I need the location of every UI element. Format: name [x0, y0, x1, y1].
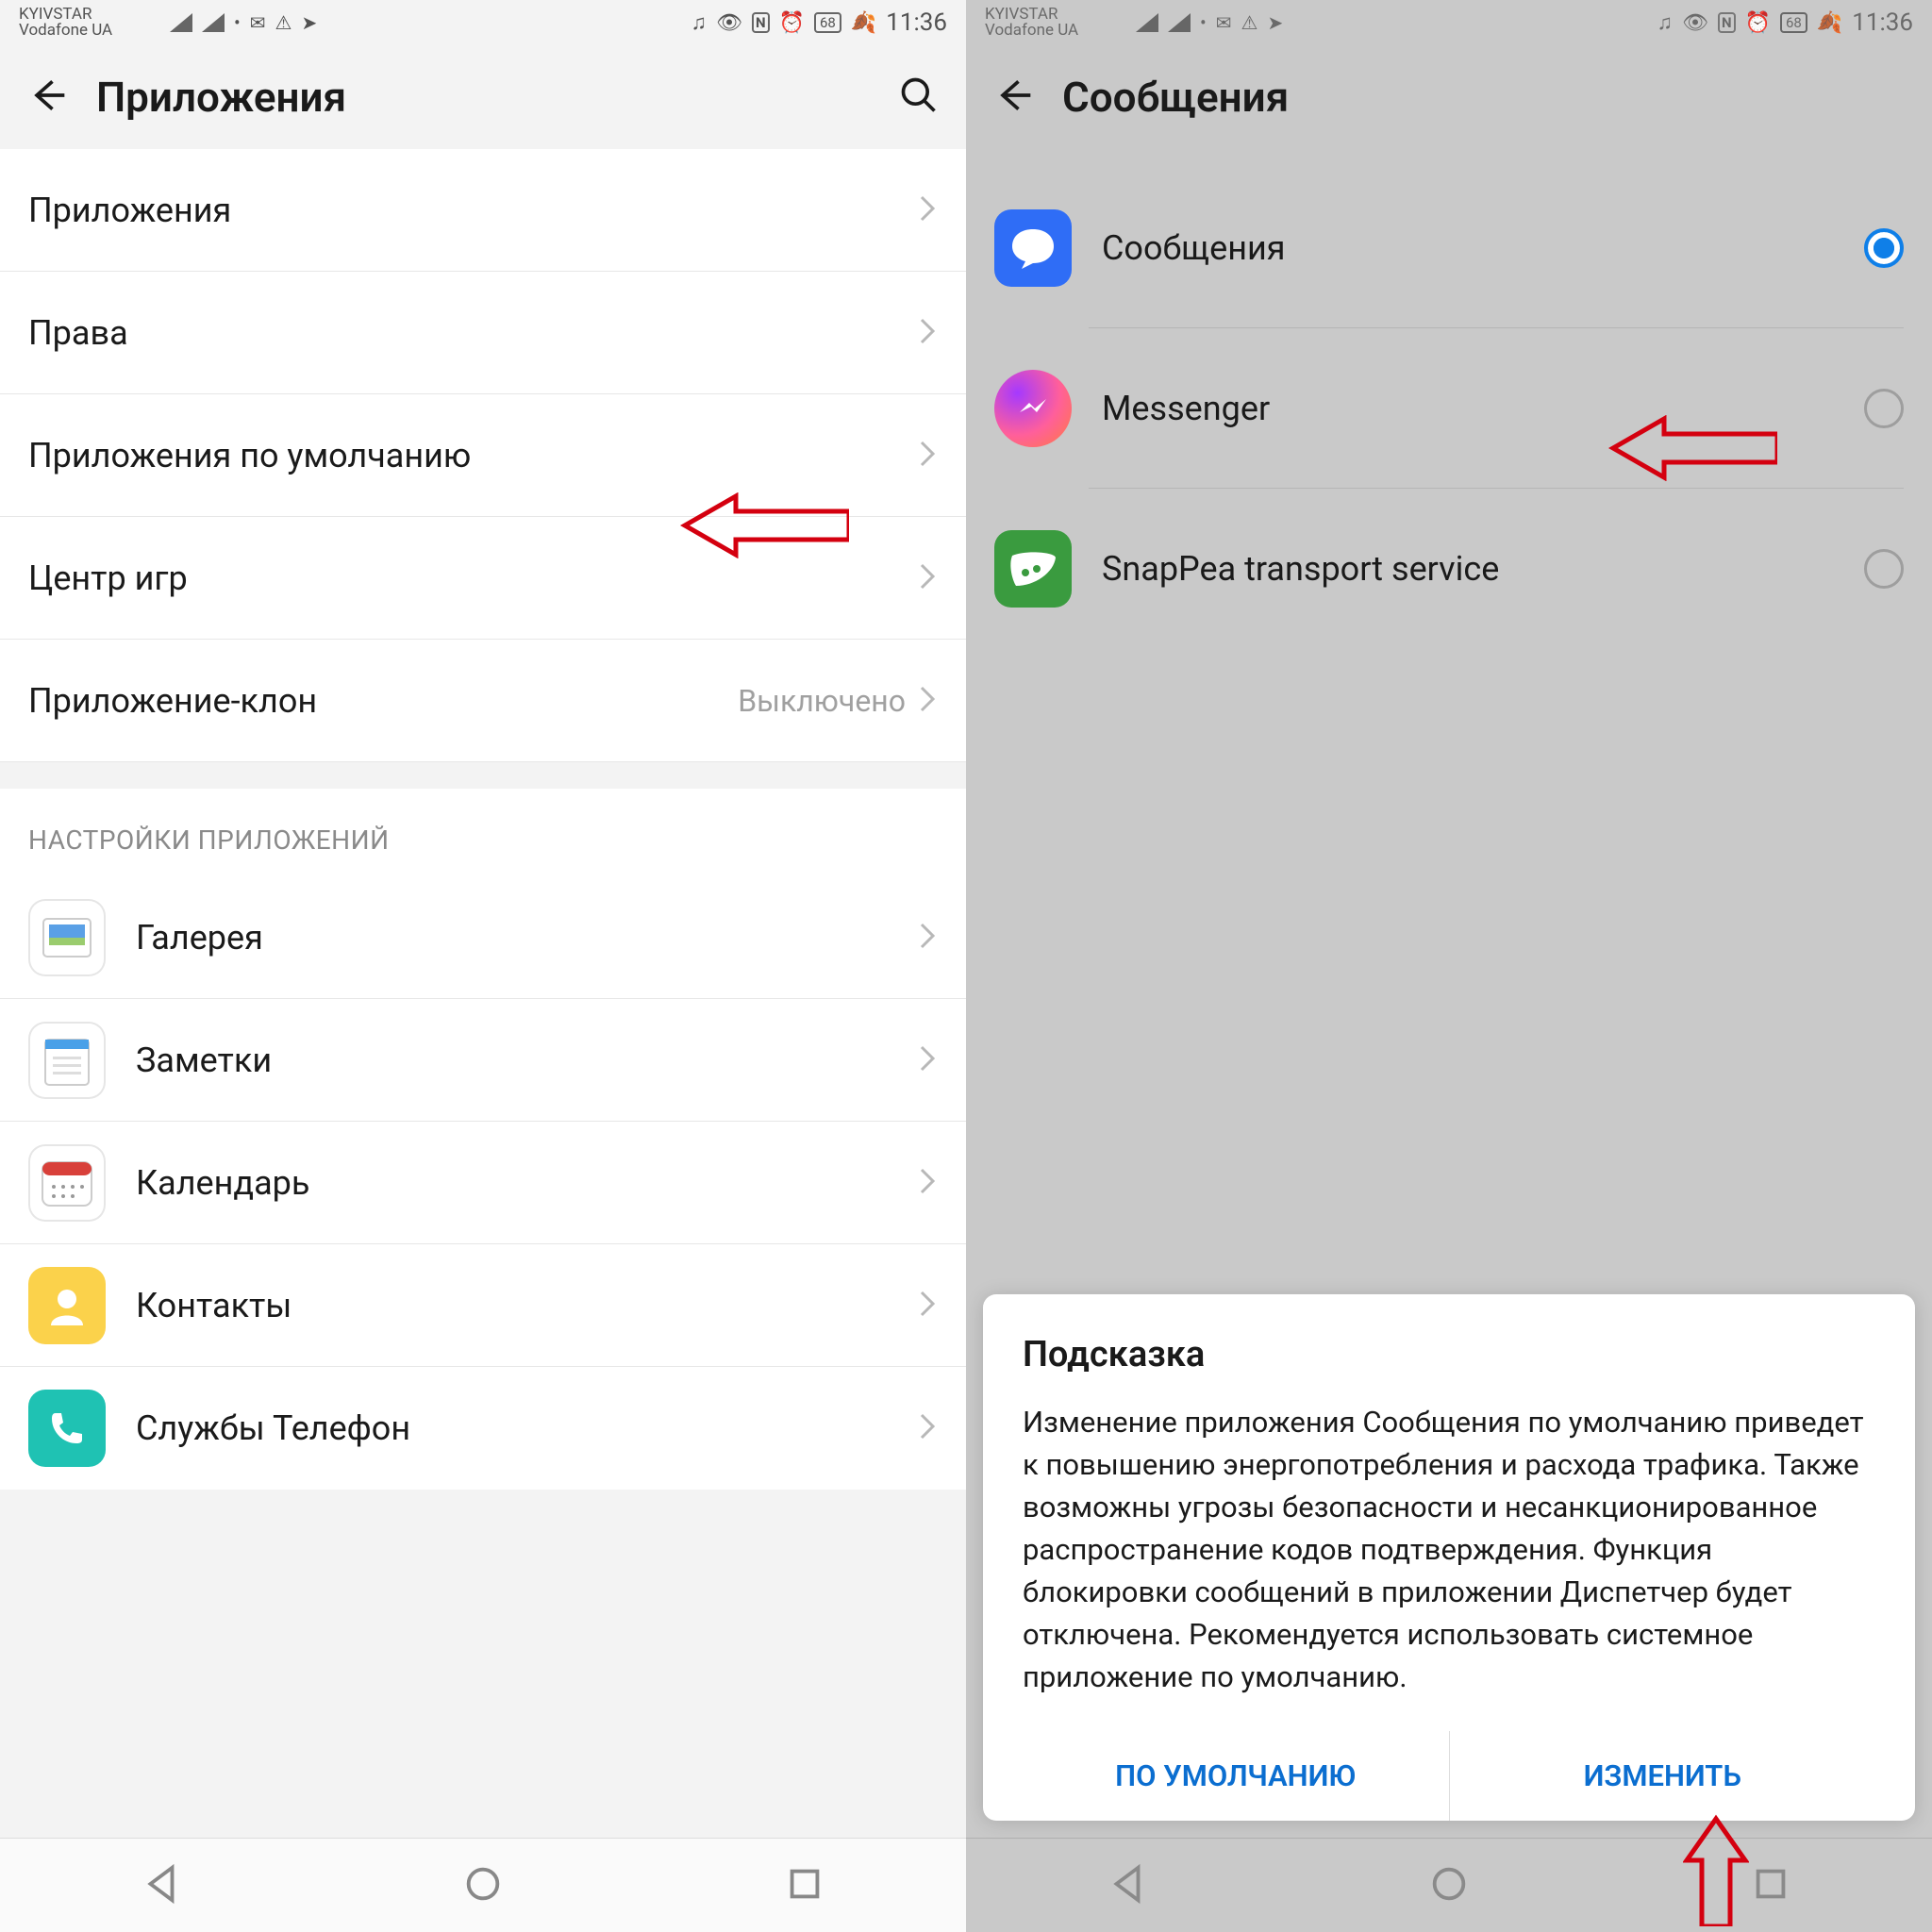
- screen-apps-settings: KYIVSTAR Vodafone UA • ✉ ⚠ ➤ ♫ 👁 N ⏰ 68 …: [0, 0, 966, 1932]
- chevron-right-icon: [917, 922, 938, 954]
- chevron-right-icon: [917, 194, 938, 226]
- screen-messages-default: KYIVSTAR Vodafone UA • ✉ ⚠ ➤ ♫ 👁 N ⏰ 68 …: [966, 0, 1932, 1932]
- nfc-icon: N: [752, 12, 770, 33]
- chevron-right-icon: [917, 685, 938, 717]
- headphones-icon: ♫: [1657, 10, 1674, 35]
- row-contacts[interactable]: Контакты: [0, 1244, 966, 1367]
- dialog-change-button[interactable]: ИЗМЕНИТЬ: [1449, 1731, 1876, 1821]
- telegram-icon: ➤: [301, 11, 317, 34]
- status-icons-left: • ✉ ⚠ ➤: [1136, 11, 1283, 34]
- dialog-title: Подсказка: [1023, 1334, 1875, 1375]
- row-default-apps[interactable]: Приложения по умолчанию: [0, 394, 966, 517]
- row-calendar[interactable]: Календарь: [0, 1122, 966, 1244]
- status-icons-left: • ✉ ⚠ ➤: [170, 11, 317, 34]
- nav-bar: [0, 1838, 966, 1932]
- row-gallery[interactable]: Галерея: [0, 876, 966, 999]
- section-header-app-settings: НАСТРОЙКИ ПРИЛОЖЕНИЙ: [0, 789, 966, 876]
- option-messages[interactable]: Сообщения: [966, 168, 1932, 328]
- radio-unselected-icon[interactable]: [1864, 549, 1904, 589]
- phone-icon: [28, 1390, 106, 1467]
- nav-back-icon[interactable]: [1106, 1862, 1149, 1909]
- status-bar: KYIVSTAR Vodafone UA • ✉ ⚠ ➤ ♫ 👁 N ⏰ 68 …: [0, 0, 966, 45]
- back-icon[interactable]: [26, 75, 68, 120]
- nav-bar: [966, 1838, 1932, 1932]
- headphones-icon: ♫: [691, 10, 708, 35]
- messenger-app-icon: [994, 370, 1072, 447]
- snappea-app-icon: [994, 530, 1072, 608]
- contacts-icon: [28, 1267, 106, 1344]
- nav-back-icon[interactable]: [140, 1862, 183, 1909]
- dots-icon: •: [234, 11, 241, 34]
- messages-app-icon: [994, 209, 1072, 287]
- chevron-right-icon: [917, 1167, 938, 1199]
- mail-icon: ✉: [250, 11, 266, 34]
- radio-selected-icon[interactable]: [1864, 228, 1904, 268]
- gallery-icon: [28, 899, 106, 976]
- chevron-right-icon: [917, 1044, 938, 1076]
- leaf-icon: 🍂: [1817, 11, 1842, 35]
- mail-icon: ✉: [1216, 11, 1232, 34]
- radio-unselected-icon[interactable]: [1864, 389, 1904, 428]
- signal-icon: [1168, 13, 1191, 32]
- section-gap: [0, 762, 966, 789]
- search-icon[interactable]: [898, 75, 940, 120]
- leaf-icon: 🍂: [851, 11, 876, 35]
- dialog-body: Изменение приложения Сообщения по умолча…: [1023, 1402, 1875, 1699]
- status-time: 11:36: [886, 8, 947, 37]
- header: Сообщения: [966, 45, 1932, 149]
- row-game-center[interactable]: Центр игр: [0, 517, 966, 640]
- signal-icon: [170, 13, 192, 32]
- eye-icon: 👁: [1682, 11, 1708, 35]
- eye-icon: 👁: [716, 11, 742, 35]
- dots-icon: •: [1200, 11, 1207, 34]
- chevron-right-icon: [917, 1290, 938, 1322]
- page-title: Приложения: [96, 73, 870, 122]
- page-title: Сообщения: [1062, 73, 1906, 122]
- row-app-clone[interactable]: Приложение-клон Выключено: [0, 640, 966, 762]
- alarm-icon: ⏰: [779, 11, 805, 35]
- back-icon[interactable]: [992, 75, 1034, 120]
- dialog-hint: Подсказка Изменение приложения Сообщения…: [983, 1294, 1915, 1821]
- option-snappea[interactable]: SnapPea transport service: [966, 489, 1932, 649]
- chevron-right-icon: [917, 562, 938, 594]
- chevron-right-icon: [917, 1412, 938, 1444]
- nav-recent-icon[interactable]: [1749, 1862, 1792, 1909]
- nav-recent-icon[interactable]: [783, 1862, 826, 1909]
- header: Приложения: [0, 45, 966, 149]
- status-time: 11:36: [1852, 8, 1913, 37]
- warning-icon: ⚠: [1241, 11, 1258, 34]
- dialog-default-button[interactable]: ПО УМОЛЧАНИЮ: [1023, 1731, 1449, 1821]
- calendar-icon: [28, 1144, 106, 1222]
- chevron-right-icon: [917, 440, 938, 472]
- row-permissions[interactable]: Права: [0, 272, 966, 394]
- nav-home-icon[interactable]: [1427, 1862, 1471, 1909]
- battery-icon: 68: [814, 12, 841, 33]
- carrier-2: Vodafone UA: [985, 23, 1078, 39]
- row-apps[interactable]: Приложения: [0, 149, 966, 272]
- row-notes[interactable]: Заметки: [0, 999, 966, 1122]
- battery-icon: 68: [1780, 12, 1807, 33]
- row-phone-services[interactable]: Службы Телефон: [0, 1367, 966, 1490]
- alarm-icon: ⏰: [1745, 11, 1771, 35]
- nav-home-icon[interactable]: [461, 1862, 505, 1909]
- option-messenger[interactable]: Messenger: [966, 328, 1932, 489]
- row-app-clone-value: Выключено: [738, 683, 906, 719]
- chevron-right-icon: [917, 317, 938, 349]
- nfc-icon: N: [1718, 12, 1736, 33]
- notes-icon: [28, 1022, 106, 1099]
- signal-icon: [1136, 13, 1158, 32]
- status-bar: KYIVSTAR Vodafone UA • ✉ ⚠ ➤ ♫ 👁 N ⏰ 68 …: [966, 0, 1932, 45]
- telegram-icon: ➤: [1267, 11, 1283, 34]
- signal-icon: [202, 13, 225, 32]
- carrier-2: Vodafone UA: [19, 23, 112, 39]
- warning-icon: ⚠: [275, 11, 292, 34]
